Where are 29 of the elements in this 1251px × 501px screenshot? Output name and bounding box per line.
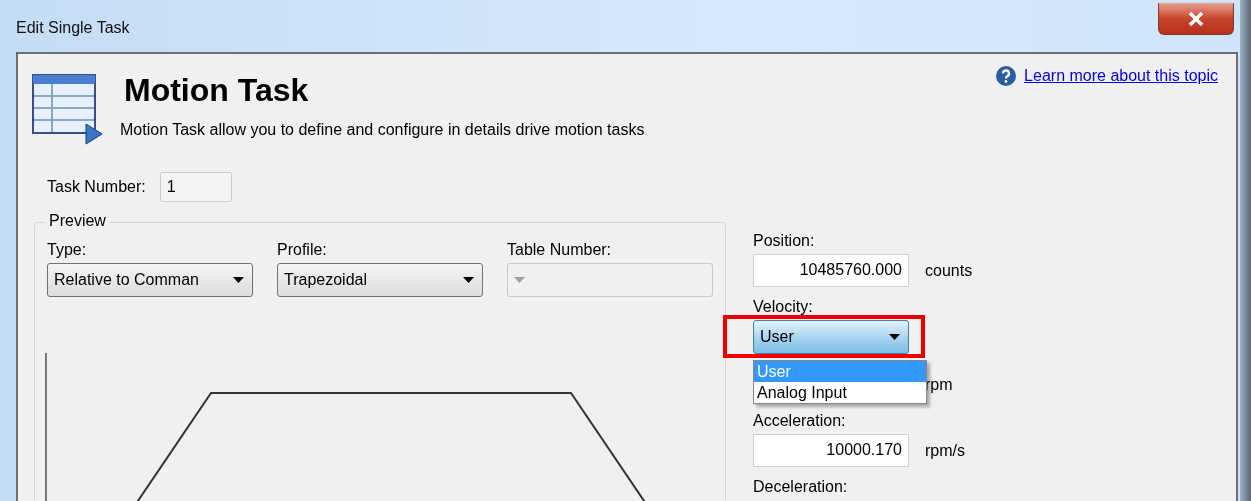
field-label: Deceleration: [753,477,849,496]
field-label: Task Number: [47,178,146,196]
text-field[interactable]: 10000.170 [753,434,909,467]
unit-label: counts [925,261,973,280]
window-title: Edit Single Task [16,19,130,37]
velocity-dropdown[interactable]: User [753,320,909,354]
page-title: Motion Task [124,71,310,110]
close-icon [1188,11,1204,26]
unit-label: rpm/s [925,441,965,460]
task-number-field[interactable]: 1 [159,172,232,202]
field-label: Position: [753,231,816,250]
caret-icon [233,277,244,283]
field-label: Table Number: [507,241,613,259]
field-label: Profile: [277,241,328,259]
page-subtitle: Motion Task allow you to define and configure in details drive motion tasks [120,121,645,139]
dropdown[interactable]: Relative to Comman [47,263,253,297]
help-icon [996,66,1017,86]
help-link[interactable]: Learn more about this topic [1024,67,1218,85]
caret-icon [889,334,900,340]
table-icon [32,74,104,146]
close-button[interactable] [1158,3,1234,35]
caret-icon [514,277,525,283]
caret-icon [463,277,474,283]
dropdown-option[interactable]: Analog Input [754,382,926,403]
dropdown[interactable]: Trapezoidal [277,263,483,297]
field-label: Velocity: [753,297,814,316]
field-label: Type: [47,241,88,259]
text-field[interactable]: 10485760.000 [753,254,909,287]
field-label: Acceleration: [753,411,847,430]
